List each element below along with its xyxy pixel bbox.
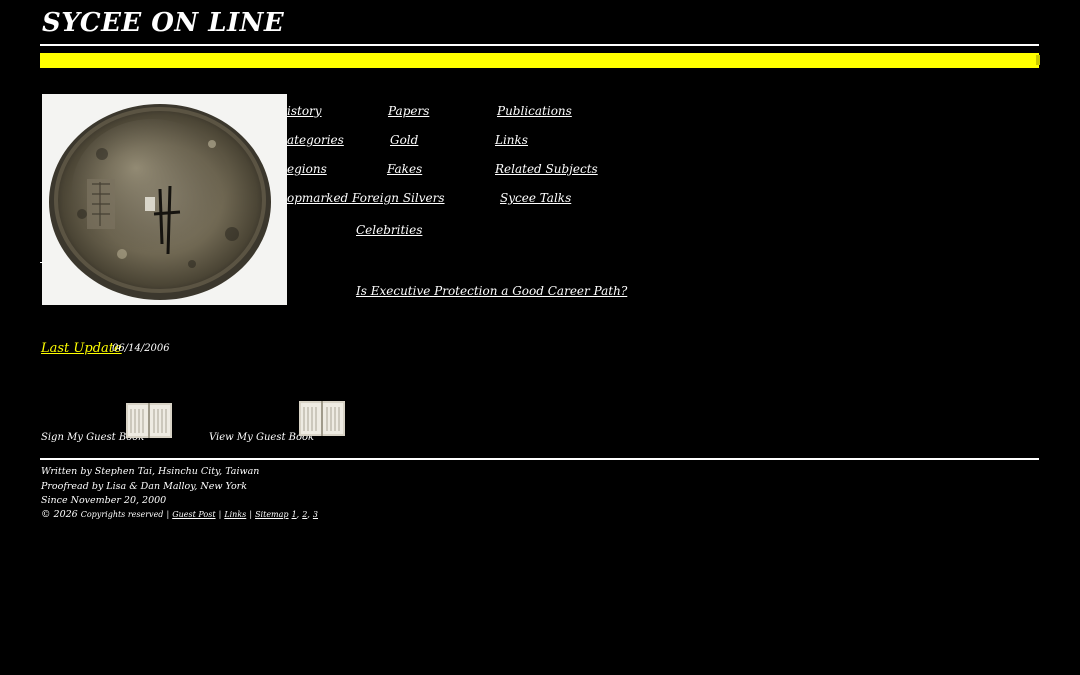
nav-link-celebrities[interactable]: Celebrities — [356, 223, 422, 237]
copyright-year: © 2026 — [41, 509, 78, 520]
footer-since: Since November 20, 2000 — [41, 495, 167, 506]
footer-written-by: Written by Stephen Tai, Hsinchu City, Ta… — [41, 466, 260, 477]
footer-comma: , — [307, 510, 310, 519]
footer-sitemap-3-link[interactable]: 3 — [313, 510, 318, 519]
last-update-link[interactable]: Last Update — [41, 341, 122, 356]
last-update-date: 06/14/2006 — [112, 343, 170, 354]
nav-link-links[interactable]: Links — [495, 133, 528, 147]
guest-book-sign-icon[interactable] — [125, 400, 173, 444]
site-title: SYCEE ON LINE — [42, 8, 285, 38]
footer-copyright-line: © 2026 Copyrights reserved | Guest Post … — [41, 509, 318, 520]
nav-link-fakes[interactable]: Fakes — [387, 162, 422, 176]
nav-link-papers[interactable]: Papers — [388, 104, 429, 118]
footer-separator: | — [166, 510, 170, 519]
sycee-coin-image — [42, 94, 287, 305]
nav-link-publications[interactable]: Publications — [497, 104, 572, 118]
nav-link-history[interactable]: istory — [287, 104, 322, 118]
hidden-link-fragment[interactable] — [40, 253, 43, 263]
footer-links-link[interactable]: Links — [224, 510, 246, 519]
guest-book-view-icon[interactable] — [298, 398, 346, 442]
footer-separator: | — [218, 510, 222, 519]
nav-link-gold[interactable]: Gold — [390, 133, 418, 147]
nav-link-regions[interactable]: egions — [287, 162, 327, 176]
nav-link-sycee-talks[interactable]: Sycee Talks — [500, 191, 571, 205]
banner-marquee-edge — [1036, 55, 1040, 65]
footer-guest-post-link[interactable]: Guest Post — [172, 510, 215, 519]
footer-proofread-by: Proofread by Lisa & Dan Malloy, New York — [41, 481, 247, 492]
top-divider — [40, 44, 1039, 46]
footer-separator: | — [249, 510, 253, 519]
yellow-banner-bar — [40, 53, 1039, 68]
nav-link-chopmarked-foreign-silvers[interactable]: opmarked Foreign Silvers — [287, 191, 445, 205]
footer-sitemap-link[interactable]: Sitemap — [255, 510, 288, 519]
footer-divider — [40, 458, 1039, 460]
copyright-text: Copyrights reserved — [80, 510, 164, 519]
nav-link-related-subjects[interactable]: Related Subjects — [495, 162, 598, 176]
nav-link-executive-protection[interactable]: Is Executive Protection a Good Career Pa… — [356, 284, 627, 298]
nav-link-categories[interactable]: ategories — [287, 133, 344, 147]
footer-comma: , — [296, 510, 300, 519]
